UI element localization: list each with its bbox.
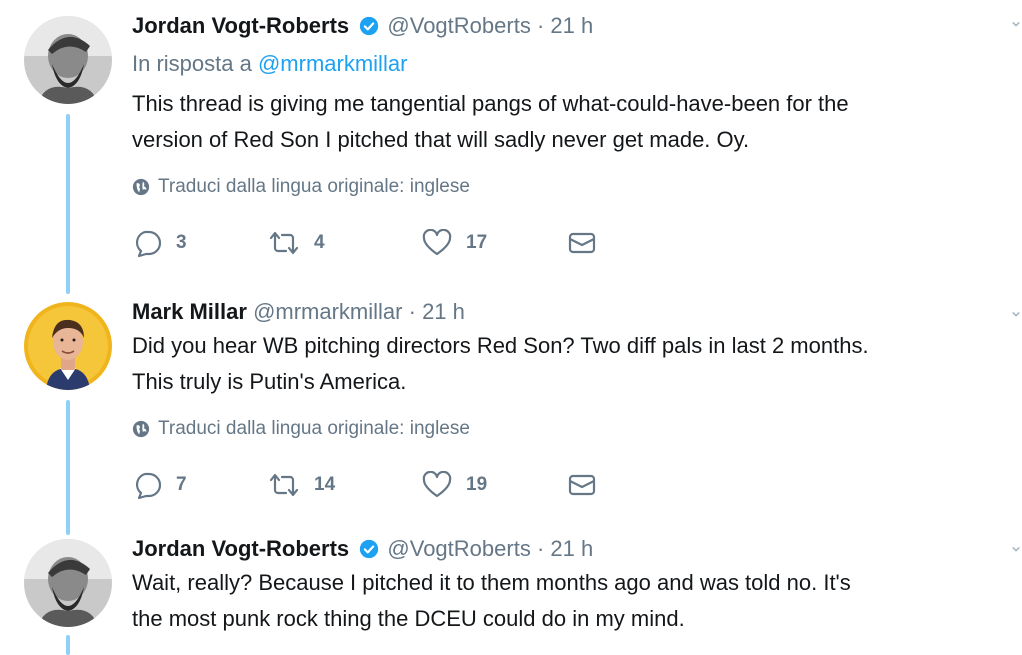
timestamp[interactable]: · 21 h bbox=[409, 299, 465, 324]
tweet-actions: 7 14 19 bbox=[132, 470, 1002, 500]
author-name[interactable]: Jordan Vogt-Roberts bbox=[132, 13, 349, 38]
avatar[interactable] bbox=[24, 302, 112, 390]
author-name[interactable]: Mark Millar bbox=[132, 299, 247, 324]
reply-button[interactable]: 7 bbox=[132, 471, 268, 499]
reply-prefix: In risposta a bbox=[132, 51, 252, 76]
timestamp[interactable]: · 21 h bbox=[537, 13, 593, 38]
tweet-text: Wait, really? Because I pitched it to th… bbox=[132, 565, 1002, 637]
tweet-text-line: the most punk rock thing the DCEU could … bbox=[132, 606, 685, 631]
tweet[interactable]: Jordan Vogt-Roberts @VogtRoberts · 21 h … bbox=[0, 525, 1022, 655]
tweet-text-line: version of Red Son I pitched that will s… bbox=[132, 127, 750, 152]
reply-context: In risposta a @mrmarkmillar bbox=[132, 50, 1002, 78]
thread-line bbox=[66, 400, 70, 535]
translate-link[interactable]: Traduci dalla lingua originale: inglese bbox=[132, 176, 1002, 198]
tweet-text-line: This thread is giving me tangential pang… bbox=[132, 91, 849, 116]
retweet-icon bbox=[269, 473, 299, 497]
tweet-text-line: Wait, really? Because I pitched it to th… bbox=[132, 570, 851, 595]
thread-line bbox=[66, 114, 70, 294]
tweet-text-line: This truly is Putin's America. bbox=[132, 369, 407, 394]
retweet-button[interactable]: 4 bbox=[268, 230, 422, 256]
reply-count: 7 bbox=[176, 474, 187, 495]
direct-message-button[interactable] bbox=[568, 473, 610, 497]
chevron-down-icon[interactable] bbox=[1012, 310, 1020, 318]
globe-icon bbox=[132, 178, 150, 196]
timestamp[interactable]: · 21 h bbox=[537, 536, 593, 561]
like-button[interactable]: 17 bbox=[422, 229, 568, 257]
like-button[interactable]: 19 bbox=[422, 471, 568, 499]
globe-icon bbox=[132, 420, 150, 438]
tweet-header: Jordan Vogt-Roberts @VogtRoberts · 21 h bbox=[132, 535, 1002, 563]
chevron-down-icon[interactable] bbox=[1012, 545, 1020, 553]
direct-message-button[interactable] bbox=[568, 231, 610, 255]
avatar[interactable] bbox=[24, 16, 112, 104]
verified-icon bbox=[360, 539, 379, 559]
like-icon bbox=[422, 229, 452, 256]
chevron-down-icon[interactable] bbox=[1012, 20, 1020, 28]
avatar[interactable] bbox=[24, 539, 112, 627]
message-icon bbox=[568, 232, 596, 254]
author-handle[interactable]: @mrmarkmillar bbox=[253, 299, 402, 324]
translate-label: Traduci dalla lingua originale: inglese bbox=[158, 418, 470, 439]
like-count: 19 bbox=[466, 474, 488, 495]
reply-count: 3 bbox=[176, 232, 187, 253]
tweet-text: This thread is giving me tangential pang… bbox=[132, 86, 1002, 158]
tweet-text: Did you hear WB pitching directors Red S… bbox=[132, 328, 1002, 400]
retweet-count: 4 bbox=[314, 232, 325, 253]
tweet-content: Mark Millar @mrmarkmillar · 21 h Did you… bbox=[132, 298, 1002, 500]
translate-label: Traduci dalla lingua originale: inglese bbox=[158, 176, 470, 197]
retweet-button[interactable]: 14 bbox=[268, 472, 422, 498]
author-name[interactable]: Jordan Vogt-Roberts bbox=[132, 536, 349, 561]
verified-icon bbox=[360, 16, 379, 36]
reply-mention-link[interactable]: @mrmarkmillar bbox=[258, 51, 407, 76]
tweet-content: Jordan Vogt-Roberts @VogtRoberts · 21 h … bbox=[132, 535, 1002, 637]
tweet-actions: 3 4 17 bbox=[132, 228, 1002, 258]
like-icon bbox=[422, 471, 452, 498]
tweet[interactable]: Jordan Vogt-Roberts @VogtRoberts · 21 h … bbox=[0, 0, 1022, 294]
like-count: 17 bbox=[466, 232, 488, 253]
tweet-header: Mark Millar @mrmarkmillar · 21 h bbox=[132, 298, 1002, 326]
message-icon bbox=[568, 474, 596, 496]
reply-icon bbox=[136, 472, 162, 499]
retweet-count: 14 bbox=[314, 474, 336, 495]
reply-icon bbox=[136, 230, 162, 257]
tweet[interactable]: Mark Millar @mrmarkmillar · 21 h Did you… bbox=[0, 290, 1022, 535]
thread-line bbox=[66, 635, 70, 655]
tweet-content: Jordan Vogt-Roberts @VogtRoberts · 21 h … bbox=[132, 12, 1002, 258]
tweet-text-line: Did you hear WB pitching directors Red S… bbox=[132, 333, 869, 358]
retweet-icon bbox=[269, 231, 299, 255]
reply-button[interactable]: 3 bbox=[132, 229, 268, 257]
tweet-header: Jordan Vogt-Roberts @VogtRoberts · 21 h bbox=[132, 12, 1002, 40]
translate-link[interactable]: Traduci dalla lingua originale: inglese bbox=[132, 418, 1002, 440]
author-handle[interactable]: @VogtRoberts bbox=[387, 13, 530, 38]
author-handle[interactable]: @VogtRoberts bbox=[387, 536, 530, 561]
